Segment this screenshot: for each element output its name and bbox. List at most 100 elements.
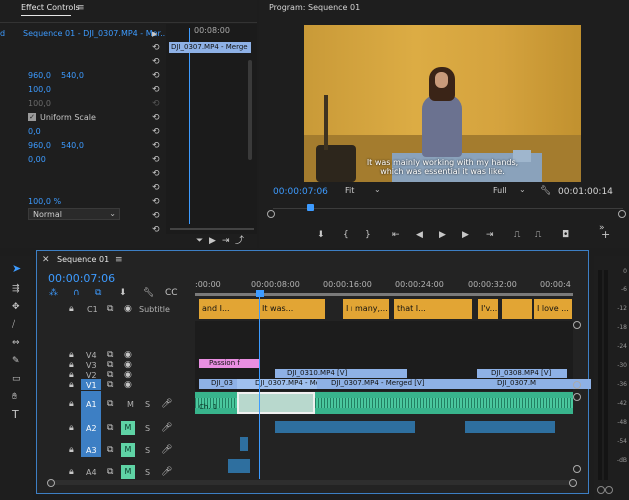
scroll-left-handle[interactable] bbox=[267, 210, 275, 218]
sync-icon[interactable]: ⧉ bbox=[107, 304, 113, 314]
reset-icon[interactable]: ⟲ bbox=[152, 211, 160, 221]
mark-in-icon[interactable]: { bbox=[343, 230, 349, 240]
position-y-value[interactable]: 540,0 bbox=[61, 71, 84, 80]
video-frame[interactable]: It was mainly working with my hands, whi… bbox=[304, 25, 581, 182]
program-timecode[interactable]: 00:00:07:06 bbox=[273, 187, 328, 197]
reset-icon[interactable]: ⟲ bbox=[152, 113, 160, 123]
reset-icon[interactable]: ⟲ bbox=[152, 141, 160, 151]
subtitle-clip[interactable]: It was... bbox=[259, 299, 295, 319]
slip-tool-icon[interactable]: ⇔ bbox=[12, 338, 20, 348]
microphone-icon[interactable]: 🎤︎ bbox=[161, 467, 172, 477]
lock-icon[interactable]: 🔒︎ bbox=[69, 360, 74, 370]
sync-icon[interactable]: ⧉ bbox=[107, 423, 113, 433]
scrollbar[interactable] bbox=[248, 60, 252, 160]
video-clip[interactable]: DJI_0310.MP4 [V] bbox=[275, 369, 407, 378]
reset-icon[interactable]: ⟲ bbox=[152, 43, 160, 53]
lock-icon[interactable]: 🔒︎ bbox=[69, 370, 74, 380]
anti-flicker-value[interactable]: 0,00 bbox=[28, 155, 46, 164]
rectangle-tool-icon[interactable]: ▭ bbox=[12, 374, 21, 384]
camera-icon[interactable]: ◘ bbox=[562, 230, 569, 240]
linked-selection-icon[interactable]: ∩ bbox=[73, 288, 80, 298]
filter-icon[interactable]: ⏷ bbox=[196, 236, 203, 246]
vertical-scroll-handle[interactable] bbox=[573, 381, 581, 389]
add-button-icon[interactable]: + bbox=[601, 229, 610, 240]
export-icon[interactable]: ⇥ bbox=[222, 236, 230, 246]
reset-icon[interactable]: ⟲ bbox=[152, 57, 160, 67]
blend-mode-select[interactable]: Normal ⌄ bbox=[28, 208, 120, 220]
effect-controls-tab[interactable]: Effect Controls bbox=[21, 3, 80, 12]
timeline-playhead-head[interactable] bbox=[256, 290, 264, 297]
subtitle-clip[interactable]: I'v... bbox=[478, 299, 498, 319]
solo-button[interactable]: S bbox=[145, 400, 150, 409]
sequence-tab[interactable]: Sequence 01 bbox=[57, 255, 109, 264]
razor-tool-icon[interactable]: ⧸ bbox=[12, 320, 15, 330]
quality-select[interactable]: Full ⌄ bbox=[493, 185, 533, 197]
clip-path-label[interactable]: Sequence 01 - DJI_0307.MP4 - Mer... bbox=[23, 29, 168, 38]
play-only-icon[interactable]: ▶ bbox=[152, 29, 157, 39]
timeline-playhead[interactable] bbox=[259, 295, 260, 479]
reset-icon[interactable]: ⟲ bbox=[152, 155, 160, 165]
solo-button[interactable]: S bbox=[145, 446, 150, 455]
lock-icon[interactable]: 🔒︎ bbox=[69, 467, 74, 477]
microphone-icon[interactable]: 🎤︎ bbox=[161, 423, 172, 433]
reset-icon[interactable]: ⟲ bbox=[152, 183, 160, 193]
program-title[interactable]: Program: Sequence 01 bbox=[269, 3, 360, 12]
selection-tool-icon[interactable]: ➤ bbox=[12, 263, 21, 274]
lock-icon[interactable]: 🔒︎ bbox=[69, 350, 74, 360]
eye-icon[interactable]: ◉ bbox=[124, 360, 132, 370]
microphone-icon[interactable]: 🎤︎ bbox=[161, 445, 172, 455]
mute-button[interactable]: M bbox=[121, 465, 135, 479]
sync-icon[interactable]: ⧉ bbox=[107, 399, 113, 409]
lock-icon[interactable]: 🔒︎ bbox=[69, 380, 74, 390]
mute-button[interactable]: M bbox=[121, 443, 135, 457]
share-icon[interactable]: ⤴ bbox=[235, 236, 244, 246]
position-x-value[interactable]: 960,0 bbox=[28, 71, 51, 80]
sync-icon[interactable]: ⧉ bbox=[107, 467, 113, 477]
scroll-right-handle[interactable] bbox=[618, 210, 626, 218]
panel-menu-icon[interactable]: ≡ bbox=[77, 3, 85, 13]
solo-right-button[interactable] bbox=[605, 486, 613, 494]
solo-button[interactable]: S bbox=[145, 468, 150, 477]
horizontal-scrollbar[interactable] bbox=[47, 480, 575, 485]
solo-button[interactable]: S bbox=[145, 424, 150, 433]
rotation-value[interactable]: 0,0 bbox=[28, 127, 41, 136]
panel-menu-icon[interactable]: ≡ bbox=[115, 255, 123, 265]
video-clip[interactable]: DJI_0308.MP4 [V] bbox=[477, 369, 567, 378]
subtitle-clip[interactable]: many,... bbox=[352, 299, 389, 319]
selected-audio-clip[interactable] bbox=[237, 392, 315, 414]
scale-value[interactable]: 100,0 bbox=[28, 85, 51, 94]
vertical-scroll-handle[interactable] bbox=[573, 393, 581, 401]
subtitle-clip[interactable]: I love ... bbox=[534, 299, 572, 319]
sync-icon[interactable]: ⧉ bbox=[107, 380, 113, 390]
audio-clip-a2[interactable] bbox=[275, 421, 415, 433]
captions-icon[interactable]: CC bbox=[165, 288, 178, 298]
scrub-bar[interactable] bbox=[273, 208, 623, 209]
lock-icon[interactable]: 🔒︎ bbox=[69, 445, 74, 455]
track-select-tool-icon[interactable]: ⇶ bbox=[12, 284, 20, 294]
audio-clip-a2b[interactable] bbox=[465, 421, 555, 433]
mark-out-icon[interactable]: } bbox=[365, 230, 371, 240]
video-clip[interactable]: Passion f bbox=[199, 359, 259, 368]
type-tool-icon[interactable]: T bbox=[12, 409, 19, 420]
wrench-icon[interactable]: 🔧︎ bbox=[143, 288, 154, 298]
microphone-icon[interactable]: 🎤︎ bbox=[161, 399, 172, 409]
eye-icon[interactable]: ◉ bbox=[124, 370, 132, 380]
vertical-scroll-handle[interactable] bbox=[573, 465, 581, 473]
reset-icon[interactable]: ⟲ bbox=[152, 85, 160, 95]
play-icon[interactable]: ▶ bbox=[439, 230, 446, 240]
close-icon[interactable]: ✕ bbox=[42, 255, 50, 265]
horizontal-scroll-handle[interactable] bbox=[569, 479, 577, 487]
audio-clip-a3[interactable] bbox=[240, 437, 248, 451]
reset-icon[interactable]: ⟲ bbox=[152, 225, 160, 235]
sync-icon[interactable]: ⧉ bbox=[107, 360, 113, 370]
horizontal-scroll[interactable] bbox=[170, 228, 254, 230]
go-to-out-icon[interactable]: ⇥ bbox=[486, 230, 494, 240]
mute-button[interactable]: M bbox=[127, 400, 134, 409]
solo-left-button[interactable] bbox=[597, 486, 605, 494]
reset-icon[interactable]: ⟲ bbox=[152, 197, 160, 207]
anchor-y-value[interactable]: 540,0 bbox=[61, 141, 84, 150]
lock-icon[interactable]: 🔒︎ bbox=[69, 423, 74, 433]
add-marker-icon[interactable]: ⬇ bbox=[119, 288, 127, 298]
mini-playhead[interactable] bbox=[189, 28, 190, 224]
fit-select[interactable]: Fit ⌄ bbox=[345, 185, 385, 197]
